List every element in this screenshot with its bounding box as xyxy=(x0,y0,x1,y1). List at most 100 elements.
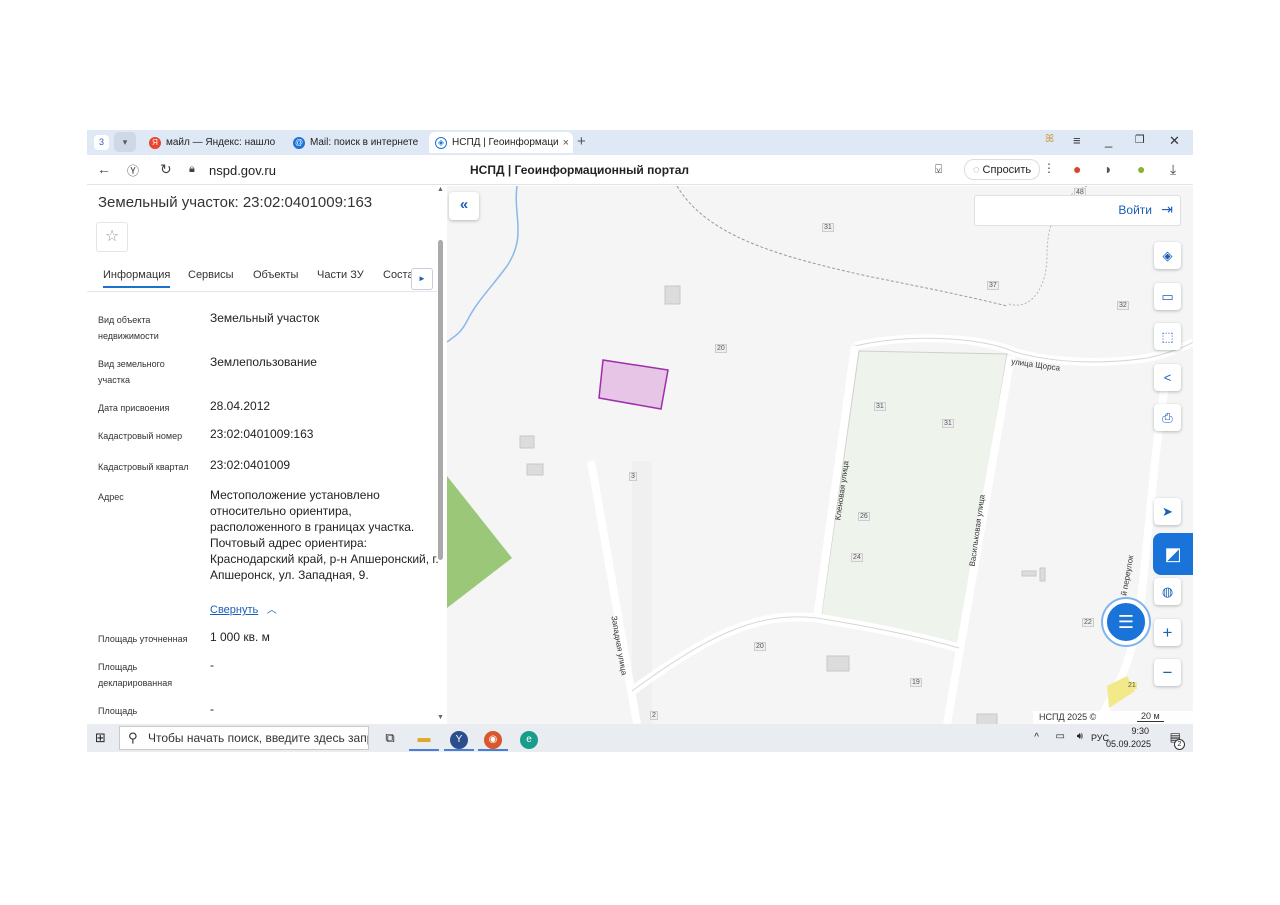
tab-count-badge[interactable]: 3 xyxy=(94,135,109,150)
chat-icon: ☰ xyxy=(1117,612,1135,632)
share-icon: < xyxy=(1163,370,1172,385)
map-view[interactable]: 31 37 32 20 31 31 3 26 24 20 19 2 22 21 … xyxy=(447,186,1193,724)
house-number: 31 xyxy=(874,402,886,411)
house-number: 22 xyxy=(1082,618,1094,627)
geolocation-button[interactable]: ➤ xyxy=(1154,498,1181,525)
volume-icon[interactable]: 🔊︎ xyxy=(1077,731,1083,742)
lock-icon: 🔒︎ xyxy=(189,163,195,175)
yandex-browser-button[interactable]: Y xyxy=(444,727,474,751)
more-icon[interactable]: ⋮ xyxy=(1043,161,1055,175)
edge-button[interactable]: e xyxy=(514,727,544,751)
house-number: 19 xyxy=(910,678,922,687)
print-icon: ⎙ xyxy=(1162,410,1173,425)
tab-services[interactable]: Сервисы xyxy=(188,269,234,281)
row-label: Вид земельного участка xyxy=(98,359,165,385)
layers-button[interactable]: ◈ xyxy=(1154,242,1181,269)
url-field[interactable]: nspd.gov.ru xyxy=(209,163,276,178)
reload-button[interactable]: ↻ xyxy=(160,161,172,178)
panel-scrollbar[interactable]: ▲ ▼ xyxy=(437,186,445,724)
clock-time[interactable]: 9:30 xyxy=(1131,726,1149,736)
row-value: Землепользование xyxy=(210,355,317,369)
nspd-logo-icon: ◩ xyxy=(1164,544,1182,564)
tab-yandex-search[interactable]: Я майл — Яндекс: нашлось xyxy=(143,132,275,153)
chat-button[interactable]: ☰ xyxy=(1103,599,1149,645)
tab-label: майл — Яндекс: нашлось xyxy=(166,137,275,148)
taskbar-search-input[interactable]: ⚲ Чтобы начать поиск, введите здесь запр… xyxy=(119,726,369,750)
close-tab-icon[interactable]: × xyxy=(563,137,569,149)
ask-label: Спросить xyxy=(982,163,1032,176)
row-value: 23:02:0401009 xyxy=(210,458,291,472)
chrome-button[interactable]: ◉ xyxy=(478,727,508,751)
tab-list-button[interactable]: ▾ xyxy=(114,132,136,152)
collapse-panel-button[interactable]: « xyxy=(449,192,479,220)
back-button[interactable]: ← xyxy=(97,161,111,177)
new-tab-button[interactable]: + xyxy=(577,133,586,150)
house-number: 37 xyxy=(987,281,999,290)
tab-nspd[interactable]: ◈ НСПД | Геоинформаци × xyxy=(429,132,573,153)
layers-icon: ◈ xyxy=(1162,248,1173,263)
nspd-service-button[interactable]: ◩ xyxy=(1153,533,1193,575)
address-bar: ← Ⓨ ↻ 🔒︎ nspd.gov.ru НСПД | Геоинформаци… xyxy=(87,155,1193,185)
edge-icon: e xyxy=(520,731,538,749)
menu-icon[interactable]: ≡ xyxy=(1073,133,1081,148)
windows-start-button[interactable]: ⊞ xyxy=(95,730,106,746)
extension-frog-icon[interactable]: ● xyxy=(1137,161,1145,177)
map-scale-bar: НСПД 2025 © 20 м xyxy=(1033,711,1193,724)
tabs-scroll-right-button[interactable]: ► xyxy=(411,268,433,290)
row-label: Площадь xyxy=(98,706,138,716)
yandex-browser-icon: Y xyxy=(450,731,468,749)
row-value: - xyxy=(210,658,214,672)
row-label: Вид объекта недвижимости xyxy=(98,315,159,341)
browser-window: 3 ▾ Я майл — Яндекс: нашлось @ Mail: пои… xyxy=(87,130,1193,752)
login-button[interactable]: Войти ⇥ xyxy=(974,195,1181,226)
select-area-icon: ⬚ xyxy=(1161,329,1174,344)
scroll-down-icon[interactable]: ▼ xyxy=(437,714,444,721)
network-icon[interactable]: ▭ xyxy=(1056,731,1065,742)
area-select-button[interactable]: ⬚ xyxy=(1154,323,1181,350)
tab-information[interactable]: Информация xyxy=(103,269,171,288)
tab-objects[interactable]: Объекты xyxy=(253,269,298,281)
zoom-in-button[interactable]: + xyxy=(1154,619,1181,646)
row-value: - xyxy=(210,702,214,716)
ask-alice-button[interactable]: ◌ Спросить xyxy=(964,159,1041,180)
collapse-address-link[interactable]: Свернуть ︿ xyxy=(210,600,277,618)
row-label: Площадь уточненная xyxy=(98,634,188,644)
scroll-up-icon[interactable]: ▲ xyxy=(437,186,444,193)
house-number: 20 xyxy=(754,642,766,651)
extension-shield-icon[interactable]: ◗ xyxy=(1104,161,1112,177)
ruler-button[interactable]: ▭ xyxy=(1154,283,1181,310)
chrome-icon: ◉ xyxy=(484,731,502,749)
house-number: 26 xyxy=(858,512,870,521)
minimize-button[interactable]: _ xyxy=(1105,133,1112,148)
extension-icon[interactable]: ꕤ xyxy=(1045,133,1054,146)
tab-label: НСПД | Геоинформаци xyxy=(452,137,559,148)
download-icon[interactable]: ⤓ xyxy=(1170,161,1176,178)
tab-composition[interactable]: Соста xyxy=(383,269,411,281)
house-number: 31 xyxy=(822,223,834,232)
close-window-button[interactable]: ✕ xyxy=(1169,133,1180,149)
tab-label: Mail: поиск в интернете xyxy=(310,137,419,148)
alice-icon: ◌ xyxy=(973,163,980,176)
restore-button[interactable]: ❐ xyxy=(1135,133,1145,146)
minus-icon: − xyxy=(1162,663,1173,682)
clock-date[interactable]: 05.09.2025 xyxy=(1106,739,1151,749)
double-chevron-left-icon: « xyxy=(459,196,469,213)
login-icon: ⇥ xyxy=(1161,201,1173,217)
scroll-thumb[interactable] xyxy=(438,240,443,560)
task-view-button[interactable]: ⧉ xyxy=(375,727,405,751)
bookmark-icon[interactable]: ⍌ xyxy=(935,162,942,177)
tray-chevron-up-icon[interactable]: ^ xyxy=(1034,732,1039,743)
map-copyright: НСПД 2025 © xyxy=(1039,712,1097,722)
print-button[interactable]: ⎙ xyxy=(1154,404,1181,431)
share-button[interactable]: < xyxy=(1154,364,1181,391)
file-explorer-button[interactable]: ▬ xyxy=(409,727,439,751)
info-tabs: Информация Сервисы Объекты Части ЗУ Сост… xyxy=(87,264,437,292)
yandex-home-button[interactable]: Ⓨ xyxy=(127,162,139,179)
place-search-button[interactable]: ◍ xyxy=(1154,578,1181,605)
house-number: 20 xyxy=(715,344,727,353)
extension-fox-icon[interactable]: ● xyxy=(1073,161,1081,177)
tab-parts[interactable]: Части ЗУ xyxy=(317,269,364,281)
zoom-out-button[interactable]: − xyxy=(1154,659,1181,686)
tab-mail-search[interactable]: @ Mail: поиск в интернете xyxy=(287,132,419,153)
favorite-button[interactable]: ☆ xyxy=(96,222,128,252)
